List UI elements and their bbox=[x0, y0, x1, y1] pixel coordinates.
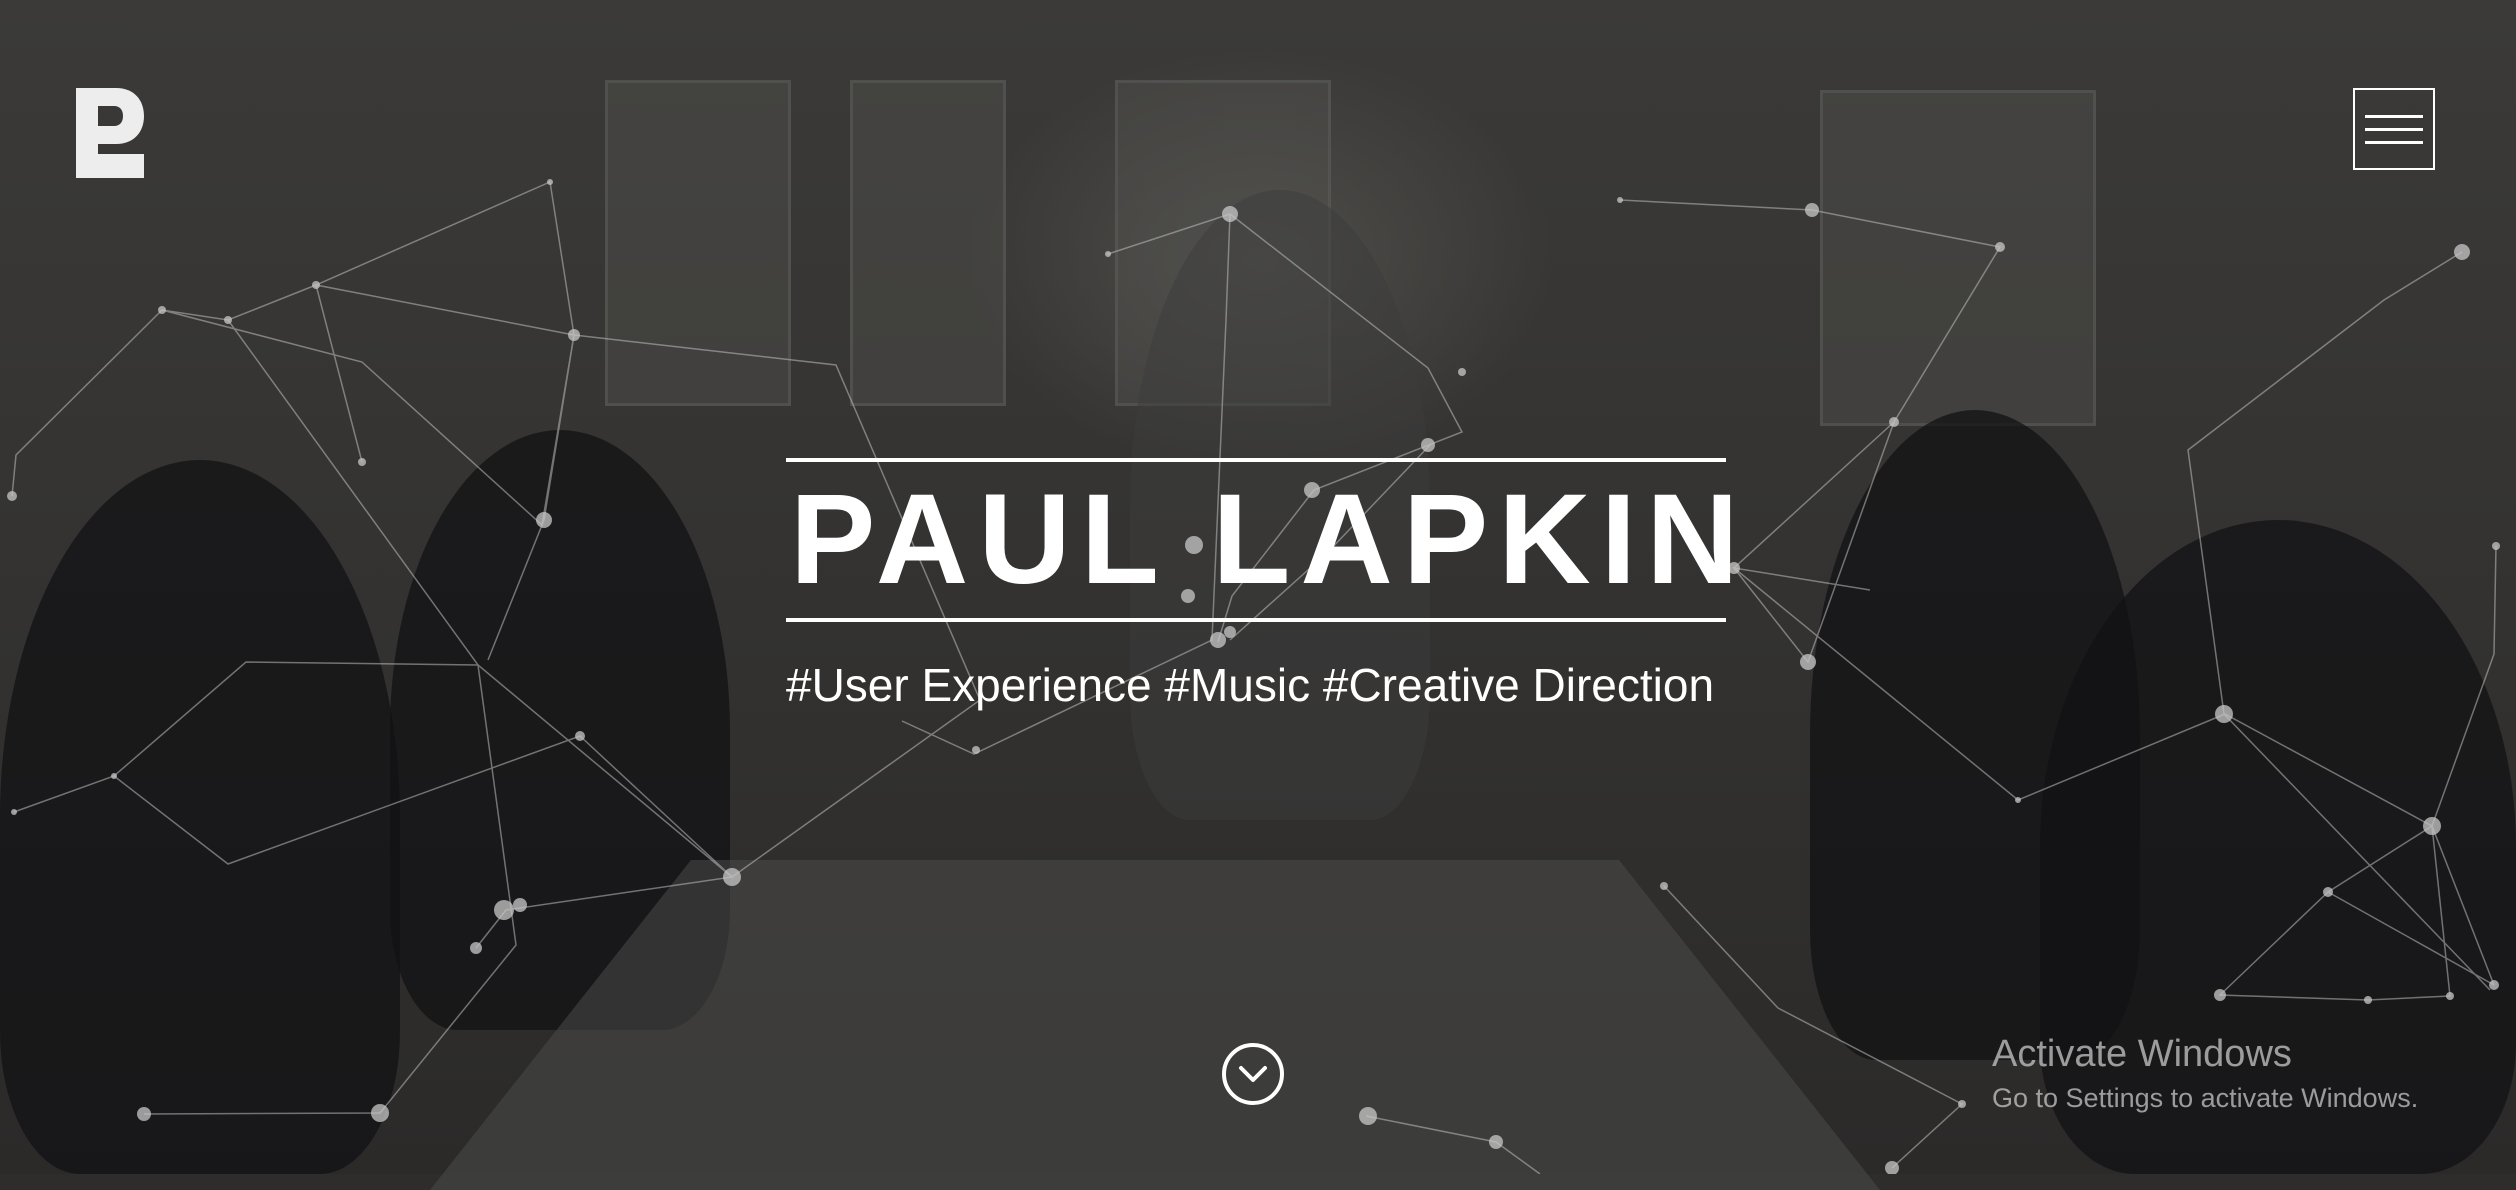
hamburger-menu-icon bbox=[2365, 114, 2423, 118]
hamburger-menu-icon bbox=[2365, 127, 2423, 131]
hamburger-menu-icon bbox=[2365, 140, 2423, 144]
hero-tagline: #User Experience #Music #Creative Direct… bbox=[786, 659, 1715, 711]
chevron-down-circle-icon bbox=[1239, 1066, 1267, 1082]
activate-windows-title: Activate Windows bbox=[1992, 1033, 2292, 1075]
p-logo-icon[interactable] bbox=[76, 88, 144, 178]
activate-windows-subtitle: Go to Settings to activate Windows. bbox=[1992, 1083, 2419, 1113]
hero-title: PAUL LAPKIN bbox=[790, 468, 1749, 611]
activate-windows-watermark: Activate Windows Go to Settings to activ… bbox=[1992, 1030, 2418, 1118]
scroll-down-button[interactable] bbox=[1222, 1043, 1284, 1105]
hamburger-menu-button[interactable] bbox=[2353, 88, 2435, 170]
title-rule-bottom bbox=[786, 618, 1726, 622]
hero-title-block: PAUL LAPKIN bbox=[786, 458, 1749, 622]
